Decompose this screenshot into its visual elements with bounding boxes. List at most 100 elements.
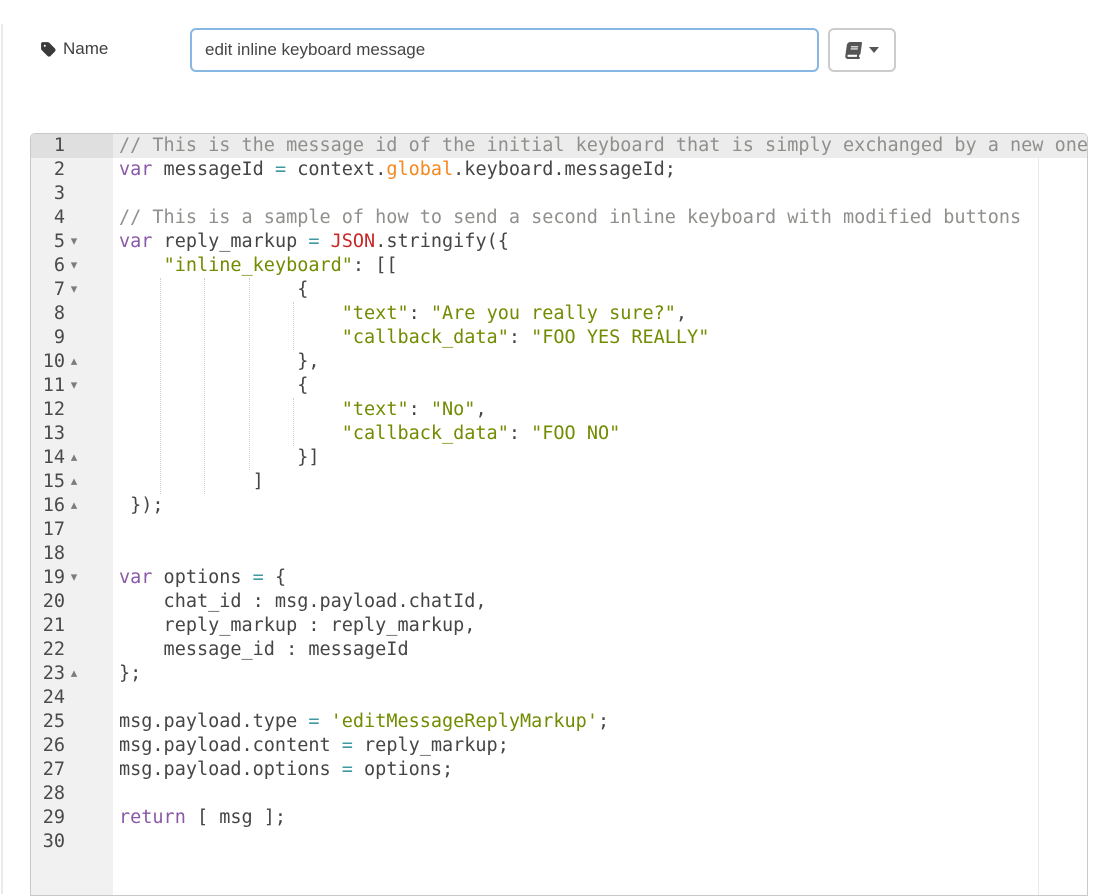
code-token: msg.payload.content — [119, 735, 342, 756]
code-line[interactable] — [113, 686, 1087, 710]
code-line[interactable]: msg.payload.type = 'editMessageReplyMark… — [113, 710, 1087, 734]
code-token: "callback_data" — [342, 423, 509, 444]
code-token: "text" — [342, 303, 409, 324]
name-field-label: Name — [63, 39, 108, 59]
fold-close-icon[interactable]: ▴ — [65, 446, 83, 470]
fold-open-icon[interactable]: ▾ — [65, 230, 83, 254]
editor-code-area[interactable]: // This is the message id of the initial… — [113, 134, 1087, 895]
gutter-line-number: 12 — [31, 398, 113, 422]
gutter-line-number: 6▾ — [31, 254, 113, 278]
fold-open-icon[interactable]: ▾ — [65, 566, 83, 590]
code-token: : [[ — [353, 255, 398, 276]
code-token: "FOO NO" — [531, 423, 620, 444]
code-line[interactable]: }); — [113, 494, 1087, 518]
code-token: global — [386, 159, 453, 180]
code-line[interactable]: // This is a sample of how to send a sec… — [113, 206, 1087, 230]
code-token: "text" — [342, 399, 409, 420]
code-token: reply_markup; — [353, 735, 509, 756]
gutter-line-number: 30 — [31, 830, 113, 854]
code-line[interactable] — [113, 518, 1087, 542]
gutter-line-number: 22 — [31, 638, 113, 662]
code-line[interactable]: reply_markup : reply_markup, — [113, 614, 1087, 638]
code-token: context. — [286, 159, 386, 180]
code-token: options — [152, 567, 252, 588]
gutter-line-number: 21 — [31, 614, 113, 638]
code-token — [119, 303, 342, 324]
code-editor[interactable]: 12345▾6▾7▾8910▴11▾121314▴15▴16▴171819▾20… — [30, 133, 1088, 896]
code-line[interactable]: var messageId = context.global.keyboard.… — [113, 158, 1087, 182]
gutter-line-number: 8 — [31, 302, 113, 326]
code-line[interactable]: msg.payload.content = reply_markup; — [113, 734, 1087, 758]
tag-icon — [40, 41, 57, 58]
fold-close-icon[interactable]: ▴ — [65, 470, 83, 494]
fold-close-icon[interactable]: ▴ — [65, 494, 83, 518]
code-token: .keyboard.messageId; — [453, 159, 676, 180]
code-token: { — [264, 567, 286, 588]
code-token: }); — [119, 495, 164, 516]
code-token: = — [253, 567, 264, 588]
code-token: [ msg ]; — [186, 807, 286, 828]
code-token — [320, 231, 331, 252]
code-token — [320, 711, 331, 732]
code-line[interactable]: "inline_keyboard": [[ — [113, 254, 1087, 278]
code-line[interactable]: "text": "Are you really sure?", — [113, 302, 1087, 326]
code-token: , — [475, 399, 486, 420]
gutter-line-number: 14▴ — [31, 446, 113, 470]
code-token — [119, 327, 342, 348]
code-line[interactable]: }] — [113, 446, 1087, 470]
name-form-row: Name — [0, 0, 1106, 80]
code-line[interactable]: message_id : messageId — [113, 638, 1087, 662]
code-line[interactable]: "text": "No", — [113, 398, 1087, 422]
fold-close-icon[interactable]: ▴ — [65, 662, 83, 686]
gutter-line-number: 15▴ — [31, 470, 113, 494]
code-token: "FOO YES REALLY" — [531, 327, 709, 348]
code-token: }] — [119, 447, 319, 468]
code-token: msg.payload.options — [119, 759, 342, 780]
code-line[interactable]: // This is the message id of the initial… — [113, 134, 1087, 158]
fold-open-icon[interactable]: ▾ — [65, 254, 83, 278]
code-line[interactable]: chat_id : msg.payload.chatId, — [113, 590, 1087, 614]
editor-gutter: 12345▾6▾7▾8910▴11▾121314▴15▴16▴171819▾20… — [31, 134, 113, 895]
code-line[interactable]: msg.payload.options = options; — [113, 758, 1087, 782]
gutter-line-number: 5▾ — [31, 230, 113, 254]
code-line[interactable]: ] — [113, 470, 1087, 494]
gutter-line-number: 18 — [31, 542, 113, 566]
fold-open-icon[interactable]: ▾ — [65, 374, 83, 398]
code-token: .stringify({ — [375, 231, 509, 252]
code-line[interactable] — [113, 182, 1087, 206]
code-token: var — [119, 159, 152, 180]
code-token: }; — [119, 663, 141, 684]
code-token: // This is the message id of the initial… — [119, 135, 1087, 156]
gutter-line-number: 16▴ — [31, 494, 113, 518]
gutter-line-number: 28 — [31, 782, 113, 806]
code-token: : — [409, 303, 431, 324]
code-line[interactable]: "callback_data": "FOO YES REALLY" — [113, 326, 1087, 350]
name-input[interactable] — [190, 28, 819, 72]
code-token: "inline_keyboard" — [164, 255, 353, 276]
gutter-line-number: 27 — [31, 758, 113, 782]
code-token: "No" — [431, 399, 476, 420]
code-line[interactable]: "callback_data": "FOO NO" — [113, 422, 1087, 446]
code-line[interactable]: { — [113, 278, 1087, 302]
code-token: chat_id : msg.payload.chatId, — [119, 591, 487, 612]
code-line[interactable]: return [ msg ]; — [113, 806, 1087, 830]
code-line[interactable] — [113, 542, 1087, 566]
code-token: reply_markup : reply_markup, — [119, 615, 475, 636]
code-token: = — [308, 231, 319, 252]
code-line[interactable]: }, — [113, 350, 1087, 374]
code-token: return — [119, 807, 186, 828]
gutter-line-number: 25 — [31, 710, 113, 734]
code-line[interactable]: }; — [113, 662, 1087, 686]
code-line[interactable]: var reply_markup = JSON.stringify({ — [113, 230, 1087, 254]
code-line[interactable] — [113, 830, 1087, 854]
code-token: = — [342, 735, 353, 756]
library-dropdown-button[interactable] — [828, 28, 896, 72]
code-token: : — [509, 423, 531, 444]
fold-open-icon[interactable]: ▾ — [65, 278, 83, 302]
code-line[interactable]: { — [113, 374, 1087, 398]
code-line[interactable]: var options = { — [113, 566, 1087, 590]
code-line[interactable] — [113, 782, 1087, 806]
fold-close-icon[interactable]: ▴ — [65, 350, 83, 374]
code-token: }, — [119, 351, 319, 372]
gutter-line-number: 29 — [31, 806, 113, 830]
